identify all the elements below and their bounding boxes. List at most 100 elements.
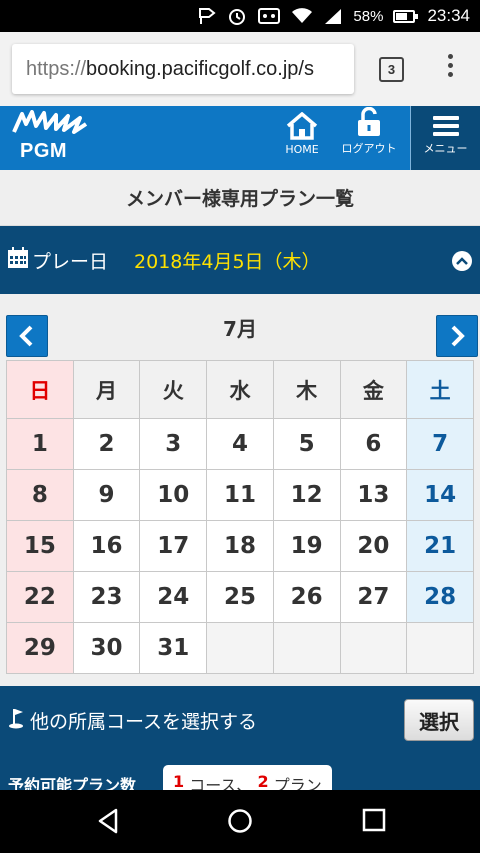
- calendar-day[interactable]: 25: [206, 571, 274, 623]
- calendar-day[interactable]: 12: [272, 469, 341, 521]
- calendar-day[interactable]: 6: [339, 418, 408, 470]
- calendar-day-empty: [339, 622, 408, 674]
- home-nav-icon[interactable]: [227, 808, 253, 834]
- calendar-day[interactable]: 9: [72, 469, 141, 521]
- battery-icon: [393, 9, 419, 23]
- signal-icon: [323, 7, 343, 25]
- logout-button[interactable]: ログアウト: [336, 106, 402, 170]
- calendar-day[interactable]: 11: [206, 469, 274, 521]
- weekday-sun: 日: [6, 360, 74, 419]
- calendar-day[interactable]: 5: [272, 418, 341, 470]
- calendar-week: 1 2 3 4 5 6 7: [6, 418, 474, 470]
- calendar-day-empty: [272, 622, 341, 674]
- pgm-logo[interactable]: PGM: [12, 110, 88, 162]
- calendar-day[interactable]: 31: [139, 622, 208, 674]
- calendar-day[interactable]: 30: [72, 622, 141, 674]
- calendar-day-empty: [406, 622, 474, 674]
- unlock-icon: [358, 107, 380, 136]
- menu-label: メニュー: [423, 142, 468, 155]
- chevron-right-icon: [451, 325, 465, 347]
- calendar-week: 8 9 10 11 12 13 14: [6, 469, 474, 521]
- home-button[interactable]: HOME: [280, 106, 324, 170]
- recent-apps-icon[interactable]: [362, 808, 386, 832]
- calendar-day[interactable]: 20: [339, 520, 408, 572]
- calendar-week: 15 16 17 18 19 20 21: [6, 520, 474, 572]
- menu-button[interactable]: メニュー: [410, 106, 480, 170]
- play-date-value: 2018年4月5日（木）: [134, 250, 321, 273]
- golf-flag-icon: [8, 707, 26, 734]
- url-bar[interactable]: https://booking.pacificgolf.co.jp/s: [12, 44, 354, 94]
- calendar-day[interactable]: 4: [206, 418, 274, 470]
- course-count: 1: [173, 772, 185, 790]
- calendar-day[interactable]: 28: [406, 571, 474, 623]
- more-options-icon[interactable]: [440, 54, 460, 84]
- calendar-day[interactable]: 26: [272, 571, 341, 623]
- calendar-day[interactable]: 3: [139, 418, 208, 470]
- calendar-day[interactable]: 16: [72, 520, 141, 572]
- calendar-day[interactable]: 13: [339, 469, 408, 521]
- calendar-day[interactable]: 17: [139, 520, 208, 572]
- calendar-day[interactable]: 29: [6, 622, 74, 674]
- calendar-day[interactable]: 18: [206, 520, 274, 572]
- calendar-day-empty: [206, 622, 274, 674]
- weekday-thu: 木: [272, 360, 341, 419]
- available-plans-label: 予約可能プラン数: [8, 776, 137, 790]
- weekday-fri: 金: [339, 360, 408, 419]
- next-month-button[interactable]: [436, 315, 478, 357]
- weekday-tue: 火: [139, 360, 208, 419]
- weekday-mon: 月: [72, 360, 141, 419]
- calendar-icon: [7, 246, 29, 274]
- calendar-week: 29 30 31: [6, 622, 474, 674]
- plan-count: 2: [257, 772, 269, 790]
- url-scheme: https://: [26, 57, 87, 80]
- other-course-bar: 他の所属コースを選択する 選択: [0, 686, 480, 754]
- calendar-day[interactable]: 15: [6, 520, 74, 572]
- wifi-icon: [291, 7, 313, 25]
- calendar-day[interactable]: 19: [272, 520, 341, 572]
- calendar-day[interactable]: 10: [139, 469, 208, 521]
- logout-label: ログアウト: [341, 142, 397, 155]
- vibrate-icon: [257, 7, 281, 25]
- available-plans-bar: 予約可能プラン数 1 コース、 2 プラン: [0, 754, 480, 790]
- calendar-day[interactable]: 27: [339, 571, 408, 623]
- play-date-bar[interactable]: プレー日 2018年4月5日（木）: [0, 226, 480, 294]
- calendar-day[interactable]: 23: [72, 571, 141, 623]
- notification-icon: [197, 7, 217, 25]
- plan-unit: プラン: [273, 776, 322, 790]
- page-title: メンバー様専用プラン一覧: [0, 170, 480, 226]
- calendar-day[interactable]: 7: [406, 418, 474, 470]
- battery-percent: 58%: [353, 7, 384, 25]
- weekday-wed: 水: [206, 360, 274, 419]
- tab-switcher-button[interactable]: 3: [379, 57, 404, 82]
- home-icon: [286, 112, 318, 140]
- calendar-week: 22 23 24 25 26 27 28: [6, 571, 474, 623]
- calendar-day[interactable]: 24: [139, 571, 208, 623]
- calendar-day[interactable]: 21: [406, 520, 474, 572]
- logo-text: PGM: [20, 140, 68, 162]
- site-header: PGM HOME ログアウト メニュー: [0, 106, 480, 170]
- url-host: booking.pacificgolf.co.jp/s: [86, 57, 314, 80]
- hamburger-icon: [432, 116, 459, 140]
- clock: 23:34: [427, 6, 470, 25]
- select-course-button[interactable]: 選択: [404, 699, 474, 741]
- calendar-grid: 日 月 火 水 木 金 土 1 2 3 4 5 6 7 8 9 10 11 12…: [6, 360, 474, 674]
- back-icon[interactable]: [96, 808, 120, 834]
- calendar-day[interactable]: 1: [6, 418, 74, 470]
- calendar-day[interactable]: 8: [6, 469, 74, 521]
- alarm-icon: [227, 6, 247, 26]
- system-navigation-bar: [0, 790, 480, 853]
- pgm-logo-mark-icon: [12, 110, 88, 134]
- calendar-day[interactable]: 14: [406, 469, 474, 521]
- weekday-header: 日 月 火 水 木 金 土: [6, 360, 474, 419]
- status-bar: 58% 23:34: [0, 0, 480, 32]
- collapse-chevron-up-icon[interactable]: [452, 251, 472, 271]
- play-date-label: プレー日: [32, 250, 109, 273]
- calendar-day[interactable]: 22: [6, 571, 74, 623]
- weekday-sat: 土: [406, 360, 474, 419]
- calendar-month: 7月: [223, 317, 257, 341]
- calendar: 7月 日 月 火 水 木 金 土 1 2 3 4 5 6 7 8 9 10 11…: [0, 294, 480, 686]
- available-plans-count-box: 1 コース、 2 プラン: [163, 765, 332, 790]
- browser-toolbar: https://booking.pacificgolf.co.jp/s 3: [0, 32, 480, 106]
- calendar-day[interactable]: 2: [72, 418, 141, 470]
- course-unit: コース、: [189, 776, 253, 790]
